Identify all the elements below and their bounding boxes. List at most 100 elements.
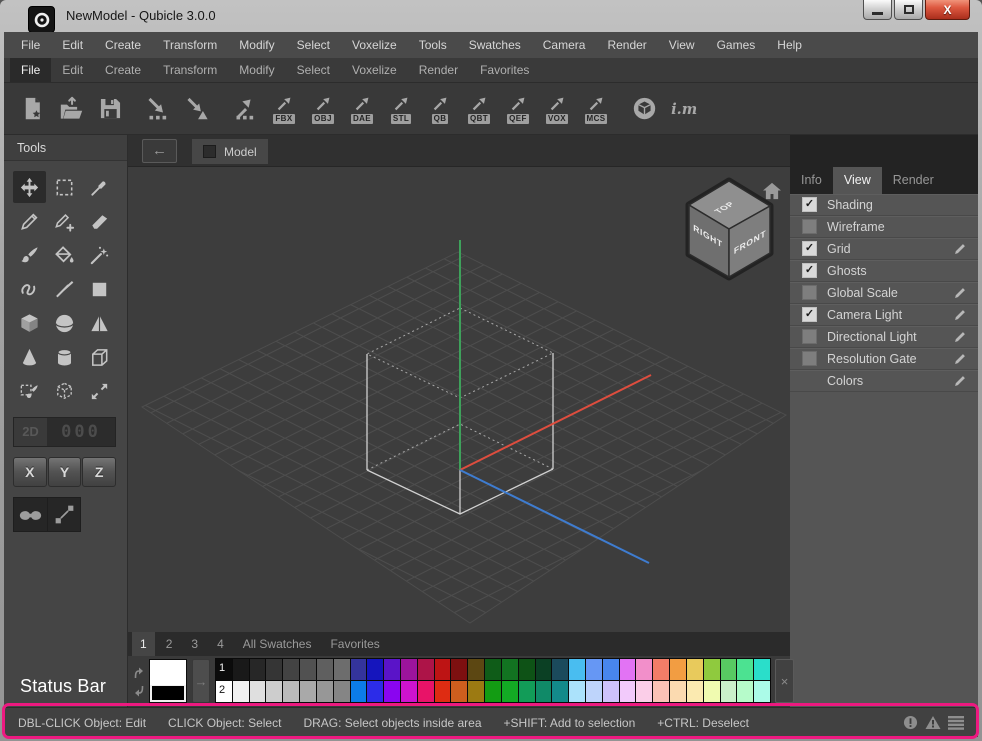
tool-paint-bucket[interactable] xyxy=(48,239,81,271)
swatch-cell[interactable] xyxy=(704,659,721,681)
line-button[interactable] xyxy=(47,498,80,531)
swatch-cell[interactable] xyxy=(384,681,401,703)
delete-swatch-button[interactable]: × xyxy=(775,659,794,703)
export-qb-button[interactable]: QB xyxy=(424,86,456,132)
swatch-cell[interactable] xyxy=(468,681,485,703)
swatch-cell[interactable] xyxy=(233,681,250,703)
menu-edit[interactable]: Edit xyxy=(51,32,94,58)
menu-swatches[interactable]: Swatches xyxy=(458,32,532,58)
option-directional-light[interactable]: Directional Light xyxy=(790,326,978,348)
swatch-cell[interactable] xyxy=(670,681,687,703)
import-button[interactable] xyxy=(142,86,174,132)
add-swatch-button[interactable]: → xyxy=(192,659,210,703)
swatch-tab-1[interactable]: 1 xyxy=(132,632,155,656)
background-color[interactable] xyxy=(150,685,186,702)
export-mcs-button[interactable]: MCS xyxy=(580,86,612,132)
edit-pencil-icon[interactable] xyxy=(953,329,968,344)
back-button[interactable]: ← xyxy=(142,139,177,163)
submenu-edit[interactable]: Edit xyxy=(51,58,94,82)
viewport-3d[interactable]: TOP RIGHT FRONT xyxy=(128,167,790,632)
swatch-cell[interactable] xyxy=(636,659,653,681)
swatch-cell[interactable] xyxy=(283,659,300,681)
swatch-cell[interactable] xyxy=(435,659,452,681)
swatch-cell[interactable] xyxy=(502,659,519,681)
open-button[interactable] xyxy=(55,86,87,132)
swatch-cell[interactable] xyxy=(704,681,721,703)
swatch-cell[interactable] xyxy=(485,681,502,703)
swatch-cell[interactable] xyxy=(435,681,452,703)
swatch-cell[interactable] xyxy=(384,659,401,681)
swatch-cell[interactable] xyxy=(418,659,435,681)
swatch-cell[interactable] xyxy=(401,659,418,681)
swatch-cell[interactable] xyxy=(603,659,620,681)
2d-mode-button[interactable]: 2D xyxy=(14,418,47,446)
option-wireframe[interactable]: Wireframe xyxy=(790,216,978,238)
swatch-cell[interactable] xyxy=(367,659,384,681)
axis-y-button[interactable]: Y xyxy=(48,457,82,487)
tool-scale[interactable] xyxy=(83,375,116,407)
tool-pencil[interactable] xyxy=(13,205,46,237)
checkbox[interactable]: ✓ xyxy=(802,197,817,212)
swatch-cell[interactable] xyxy=(670,659,687,681)
mask-button[interactable] xyxy=(14,498,47,531)
model-tab[interactable]: Model xyxy=(192,139,268,164)
home-view-icon[interactable] xyxy=(762,182,782,200)
tool-rectangle[interactable] xyxy=(83,273,116,305)
tool-move[interactable] xyxy=(13,171,46,203)
swatch-cell[interactable] xyxy=(519,659,536,681)
swatch-cell[interactable] xyxy=(367,681,384,703)
edit-pencil-icon[interactable] xyxy=(953,285,968,300)
edit-pencil-icon[interactable] xyxy=(953,307,968,322)
sketchfab-button[interactable] xyxy=(628,86,660,132)
menu-help[interactable]: Help xyxy=(766,32,813,58)
tool-cylinder[interactable] xyxy=(48,341,81,373)
warning-icon[interactable] xyxy=(925,715,941,730)
submenu-voxelize[interactable]: Voxelize xyxy=(341,58,408,82)
swatch-tab-all-swatches[interactable]: All Swatches xyxy=(235,632,320,656)
tool-magic-wand[interactable] xyxy=(83,239,116,271)
tool-pyramid[interactable] xyxy=(83,307,116,339)
edit-pencil-icon[interactable] xyxy=(953,373,968,388)
tool-zigzag-line[interactable] xyxy=(48,273,81,305)
tab-view[interactable]: View xyxy=(833,167,882,194)
menu-view[interactable]: View xyxy=(658,32,706,58)
swatch-tab-favorites[interactable]: Favorites xyxy=(322,632,387,656)
swatch-cell[interactable] xyxy=(754,659,771,681)
new-model-button[interactable] xyxy=(16,86,48,132)
option-camera-light[interactable]: ✓Camera Light xyxy=(790,304,978,326)
swatch-cell[interactable] xyxy=(317,681,334,703)
checkbox[interactable]: ✓ xyxy=(802,307,817,322)
swatch-cell[interactable]: 1 xyxy=(216,659,233,681)
import-mesh-button[interactable] xyxy=(181,86,213,132)
minimize-button[interactable] xyxy=(863,0,892,20)
swatch-cell[interactable] xyxy=(317,659,334,681)
checkbox[interactable] xyxy=(802,219,817,234)
swatch-tab-3[interactable]: 3 xyxy=(183,632,206,656)
export-qef-button[interactable]: QEF xyxy=(502,86,534,132)
swatch-cell[interactable] xyxy=(536,681,553,703)
swatch-cell[interactable] xyxy=(334,659,351,681)
swatch-cell[interactable] xyxy=(300,681,317,703)
swatch-cell[interactable] xyxy=(451,681,468,703)
option-shading[interactable]: ✓Shading xyxy=(790,194,978,216)
axis-z-button[interactable]: Z xyxy=(82,457,116,487)
color-selector[interactable] xyxy=(149,659,187,703)
swatch-cell[interactable] xyxy=(620,681,637,703)
swatch-cell[interactable] xyxy=(300,659,317,681)
save-button[interactable] xyxy=(94,86,126,132)
swatch-cell[interactable] xyxy=(721,681,738,703)
title-bar[interactable]: NewModel - Qubicle 3.0.0 X xyxy=(0,0,982,32)
swatch-cell[interactable] xyxy=(233,659,250,681)
axis-x-button[interactable]: X xyxy=(13,457,47,487)
export-vox-button[interactable]: VOX xyxy=(541,86,573,132)
menu-voxelize[interactable]: Voxelize xyxy=(341,32,408,58)
swatch-cell[interactable] xyxy=(754,681,771,703)
swatch-cell[interactable]: 2 xyxy=(216,681,233,703)
swatch-cell[interactable] xyxy=(351,681,368,703)
swatch-cell[interactable] xyxy=(250,681,267,703)
export-fbx-button[interactable]: FBX xyxy=(268,86,300,132)
checkbox[interactable]: ✓ xyxy=(802,241,817,256)
swatch-cell[interactable] xyxy=(620,659,637,681)
swatch-cell[interactable] xyxy=(266,681,283,703)
swatch-cell[interactable] xyxy=(737,681,754,703)
